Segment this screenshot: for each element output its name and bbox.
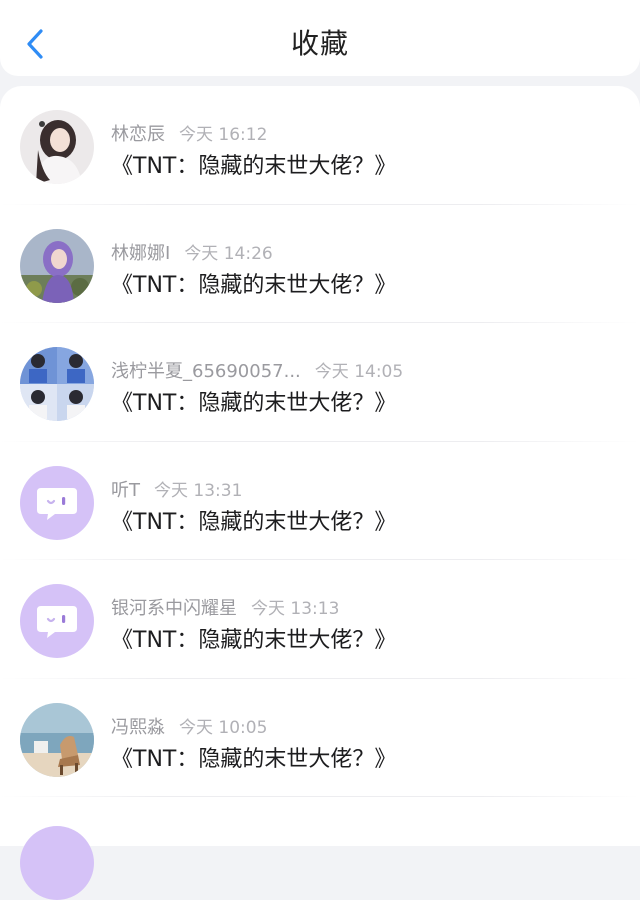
chat-bubble-icon: [37, 606, 77, 638]
avatar[interactable]: [20, 228, 94, 303]
page-title: 收藏: [290, 27, 349, 60]
book-title[interactable]: 《TNT：隐藏的末世大佬？》: [111, 267, 396, 299]
timestamp: 今天 14:05: [314, 362, 404, 382]
avatar[interactable]: [20, 826, 94, 900]
book-title[interactable]: 《TNT：隐藏的末世大佬？》: [111, 622, 396, 654]
avatar[interactable]: [20, 702, 94, 777]
timestamp: 今天 13:13: [251, 599, 340, 619]
list-item[interactable]: 冯熙淼 今天 10:05 《TNT：隐藏的末世大佬？》: [0, 679, 640, 798]
timestamp: 今天 10:05: [179, 717, 268, 738]
username[interactable]: 林恋辰: [111, 124, 165, 145]
book-title[interactable]: 《TNT：隐藏的末世大佬？》: [111, 504, 396, 536]
list-item[interactable]: 听T 今天 13:31 《TNT：隐藏的末世大佬？》: [0, 442, 640, 561]
username[interactable]: 林娜娜I: [111, 243, 170, 264]
item-meta: 银河系中闪耀星 今天 13:13: [111, 594, 339, 620]
book-title[interactable]: 《TNT：隐藏的末世大佬？》: [111, 148, 396, 180]
favorites-list: 林恋辰 今天 16:12 《TNT：隐藏的末世大佬？》 林娜娜I 今天 14:26 …: [0, 86, 640, 846]
username[interactable]: 浅柠半夏_65690057...: [111, 361, 301, 382]
avatar[interactable]: [20, 347, 94, 421]
username[interactable]: 听T: [111, 480, 140, 501]
item-meta: 听T 今天 13:31: [111, 476, 242, 502]
username[interactable]: 冯熙淼: [111, 717, 165, 738]
timestamp: 今天 16:12: [179, 125, 268, 145]
avatar[interactable]: [20, 584, 94, 658]
item-meta: 林娜娜I 今天 14:26: [111, 239, 273, 265]
item-meta: 冯熙淼 今天 10:05: [111, 713, 267, 739]
item-meta: 林恋辰 今天 16:12: [111, 120, 267, 146]
username[interactable]: 银河系中闪耀星: [111, 598, 237, 619]
top-bar: 收藏: [0, 0, 640, 76]
list-item[interactable]: 银河系中闪耀星 今天 13:13 《TNT：隐藏的末世大佬？》: [0, 560, 640, 679]
timestamp: 今天 13:31: [154, 480, 243, 501]
avatar[interactable]: [20, 465, 94, 540]
timestamp: 今天 14:26: [184, 243, 273, 264]
chat-bubble-icon: [37, 487, 77, 520]
book-title[interactable]: 《TNT：隐藏的末世大佬？》: [111, 741, 396, 773]
item-meta: 浅柠半夏_65690057... 今天 14:05: [111, 357, 403, 383]
list-item[interactable]: 林娜娜I 今天 14:26 《TNT：隐藏的末世大佬？》: [0, 205, 640, 324]
list-item[interactable]: 林恋辰 今天 16:12 《TNT：隐藏的末世大佬？》: [0, 86, 640, 205]
book-title[interactable]: 《TNT：隐藏的末世大佬？》: [111, 385, 396, 417]
list-item[interactable]: 浅柠半夏_65690057... 今天 14:05 《TNT：隐藏的末世大佬？》: [0, 323, 640, 442]
avatar[interactable]: [20, 110, 94, 184]
